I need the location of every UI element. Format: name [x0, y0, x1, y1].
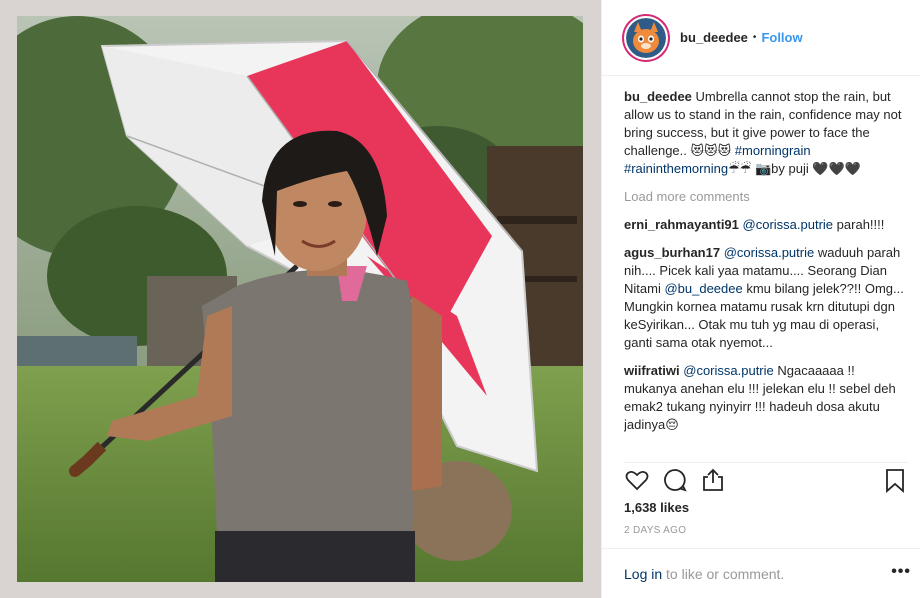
post-side-panel: bu_deedee • Follow bu_deedee Umbrella ca… — [601, 0, 920, 598]
comment-icon[interactable] — [662, 467, 688, 493]
heart-icon[interactable] — [624, 467, 650, 493]
post-actions-bar — [624, 462, 908, 493]
post-photo[interactable] — [17, 16, 583, 582]
cat-avatar-icon — [626, 17, 666, 58]
comment-item: agus_burhan17 @corissa.putrie waduuh par… — [624, 244, 908, 352]
post-caption: bu_deedee Umbrella cannot stop the rain,… — [624, 88, 908, 178]
comment-item: wiifratiwi @corissa.putrie Ngacaaaaa !! … — [624, 362, 908, 434]
comment-username[interactable]: erni_rahmayanti91 — [624, 217, 739, 232]
post-header: bu_deedee • Follow — [602, 0, 920, 76]
login-footer: Log in to like or comment. ••• — [602, 548, 920, 598]
follow-button[interactable]: Follow — [761, 30, 802, 45]
mention-link[interactable]: @corissa.putrie — [743, 217, 834, 232]
mention-link[interactable]: @bu_deedee — [664, 281, 742, 296]
hashtag-link[interactable]: #raininthemorning — [624, 161, 728, 176]
user-avatar[interactable] — [624, 15, 668, 60]
bookmark-icon[interactable] — [882, 467, 908, 493]
post-timestamp: 2 DAYS AGO — [624, 525, 687, 536]
photo-frame — [0, 0, 601, 598]
likes-count[interactable]: 1,638 likes — [624, 500, 689, 515]
login-prompt: Log in to like or comment. — [624, 566, 784, 582]
hashtag-link[interactable]: #morningrain — [735, 143, 811, 158]
caption-username[interactable]: bu_deedee — [624, 89, 692, 104]
load-more-comments-button[interactable]: Load more comments — [624, 188, 908, 206]
comment-username[interactable]: agus_burhan17 — [624, 245, 720, 260]
login-prompt-text: to like or comment. — [662, 566, 785, 582]
mention-link[interactable]: @corissa.putrie — [683, 363, 774, 378]
mention-link[interactable]: @corissa.putrie — [724, 245, 815, 260]
login-link[interactable]: Log in — [624, 566, 662, 582]
post-username[interactable]: bu_deedee — [680, 30, 748, 45]
comment-item: erni_rahmayanti91 @corissa.putrie parah!… — [624, 216, 908, 234]
comment-username[interactable]: wiifratiwi — [624, 363, 680, 378]
action-icons — [624, 467, 726, 493]
woman-with-umbrella-photo — [17, 16, 583, 582]
more-options-icon[interactable]: ••• — [891, 563, 911, 581]
caption-tail: ☔☔ 📷by puji 🖤🖤🖤 — [728, 161, 861, 176]
comment-text: parah!!!! — [836, 217, 885, 232]
share-icon[interactable] — [700, 467, 726, 493]
comments-list[interactable]: bu_deedee Umbrella cannot stop the rain,… — [624, 88, 908, 454]
separator-dot: • — [752, 32, 757, 43]
